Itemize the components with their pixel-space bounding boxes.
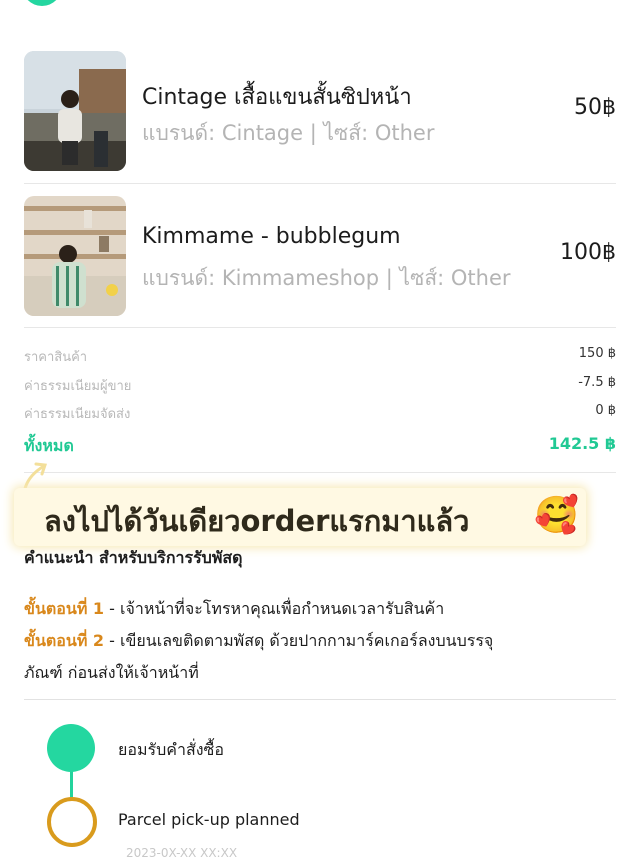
summary-label: ค่าธรรมเนียมจัดส่ง xyxy=(24,407,131,422)
step-text: - เจ้าหน้าที่จะโทรหาคุณเพื่อกำหนดเวลารับ… xyxy=(104,599,445,618)
smiling-hearts-emoji-icon: 🥰 xyxy=(534,495,579,536)
product-thumbnail[interactable] xyxy=(24,51,126,171)
step-text: - เขียนเลขติดตามพัสดุ ด้วยปากกามาร์คเกอร… xyxy=(104,631,494,650)
item-price: 100฿ xyxy=(560,240,616,265)
summary-label: ราคาสินค้า xyxy=(24,350,88,365)
summary-value: 0 ฿ xyxy=(595,403,616,418)
total-label: ทั้งหมด xyxy=(24,436,74,455)
summary-value: 150 ฿ xyxy=(578,346,616,361)
summary-total: ทั้งหมด 142.5 ฿ xyxy=(24,434,616,456)
status-dot-top xyxy=(22,0,62,6)
divider xyxy=(24,327,616,328)
step-2-continued: ภัณฑ์ ก่อนส่งให้เจ้าหน้าที่ xyxy=(24,663,199,682)
item-brand-size: แบรนด์: Cintage | ไซส์: Other xyxy=(142,121,435,145)
divider xyxy=(24,699,616,700)
timeline-step-pickup: Parcel pick-up planned xyxy=(118,810,300,829)
summary-seller-fee: ค่าธรรมเนียมผู้ขาย -7.5 ฿ xyxy=(24,375,616,397)
item-title: Cintage เสื้อแขนสั้นซิปหน้า xyxy=(142,85,412,110)
divider xyxy=(24,183,616,184)
step-2: ขั้นตอนที่ 2 - เขียนเลขติดตามพัสดุ ด้วยป… xyxy=(24,629,493,654)
timeline-step-accepted: ยอมรับคำสั่งซื้อ xyxy=(118,740,225,759)
sticker-caption-banner: ลงไปได้วันเดียวorderแรกมาแล้ว 🥰 xyxy=(14,488,586,546)
summary-label: ค่าธรรมเนียมผู้ขาย xyxy=(24,379,132,394)
item-brand-size: แบรนด์: Kimmameshop | ไซส์: Other xyxy=(142,266,511,290)
item-price: 50฿ xyxy=(574,95,616,120)
step-1: ขั้นตอนที่ 1 - เจ้าหน้าที่จะโทรหาคุณเพื่… xyxy=(24,597,444,622)
tips-heading: คำแนะนำ สำหรับบริการรับพัสดุ xyxy=(24,548,243,567)
item-title: Kimmame - bubblegum xyxy=(142,224,401,249)
step-number: ขั้นตอนที่ 2 xyxy=(24,631,105,650)
summary-value: -7.5 ฿ xyxy=(578,375,616,390)
product-thumbnail[interactable] xyxy=(24,196,126,316)
timeline-pending-ring-icon xyxy=(47,797,97,847)
total-value: 142.5 ฿ xyxy=(548,434,616,453)
step-number: ขั้นตอนที่ 1 xyxy=(24,599,105,618)
summary-product-price: ราคาสินค้า 150 ฿ xyxy=(24,346,616,368)
timeline-step-date: 2023-0X-XX XX:XX xyxy=(126,846,238,860)
divider xyxy=(24,472,616,473)
order-item-cintage[interactable]: Cintage เสื้อแขนสั้นซิปหน้า แบรนด์: Cint… xyxy=(24,51,616,171)
summary-shipping-fee: ค่าธรรมเนียมจัดส่ง 0 ฿ xyxy=(24,403,616,425)
order-item-kimmame[interactable]: Kimmame - bubblegum แบรนด์: Kimmameshop … xyxy=(24,196,616,316)
timeline-done-dot-icon xyxy=(47,724,95,772)
caption-text: ลงไปได้วันเดียวorderแรกมาแล้ว xyxy=(44,504,470,538)
